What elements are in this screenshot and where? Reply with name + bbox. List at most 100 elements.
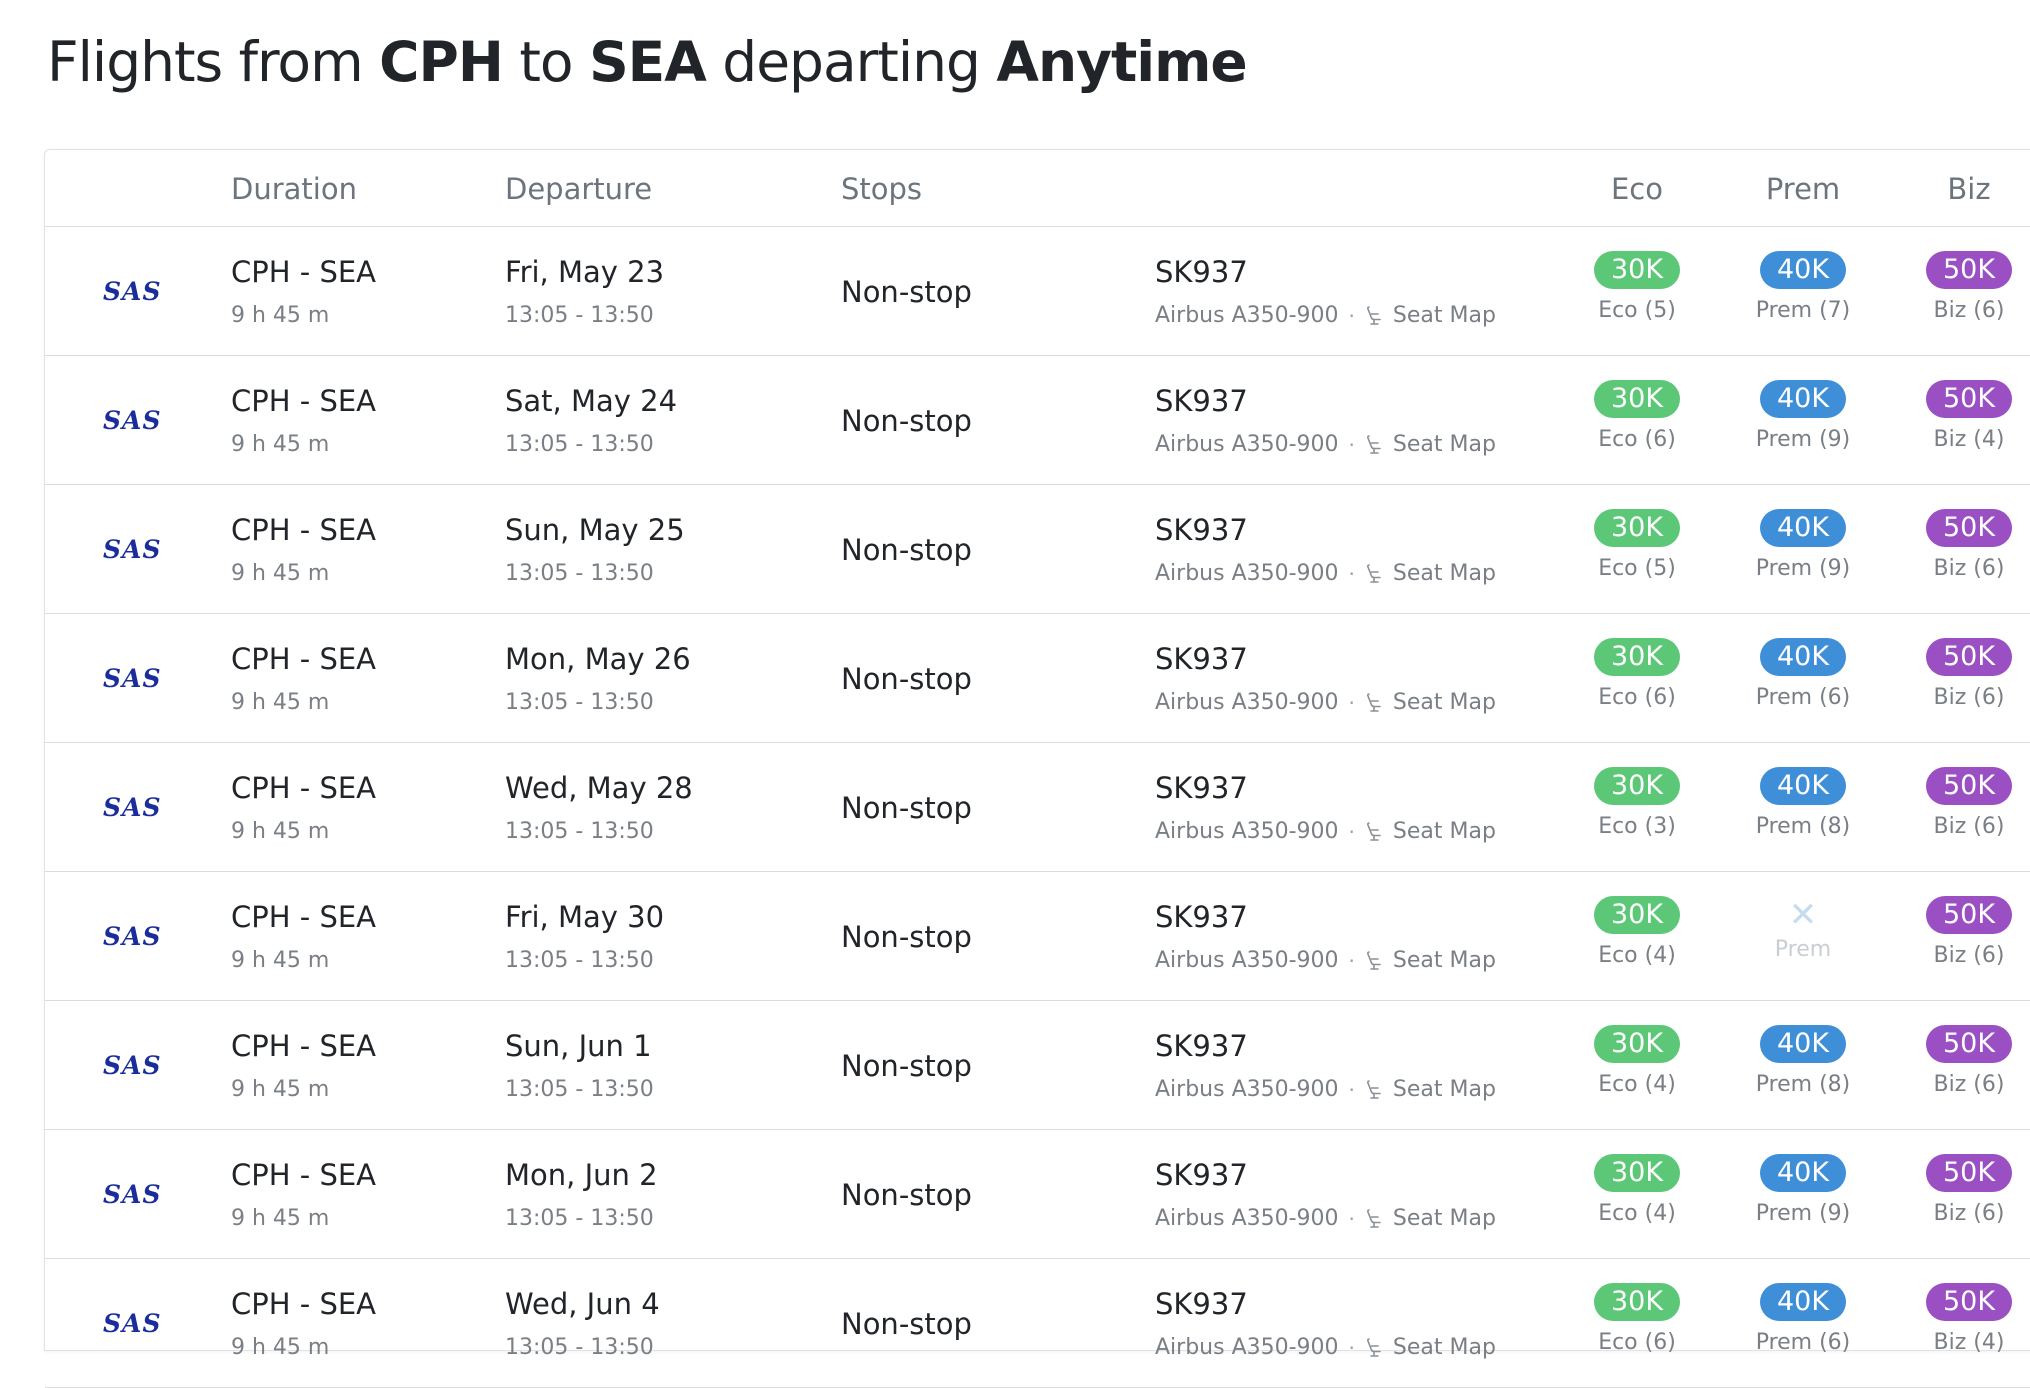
prem-points-pill[interactable]: 40K (1760, 1154, 1846, 1192)
header-prem[interactable]: Prem (1743, 172, 1863, 206)
prem-points-pill[interactable]: 40K (1760, 509, 1846, 547)
fare-biz[interactable]: 50K Biz (6) (1899, 1154, 2030, 1226)
seat-map-link[interactable]: Seat Map (1365, 303, 1496, 328)
table-row[interactable]: SAS CPH - SEA 9 h 45 m Mon, Jun 2 13:05 … (45, 1130, 2030, 1259)
aircraft-info: Airbus A350-900 · Seat Map (1155, 1077, 1496, 1102)
table-row[interactable]: SAS CPH - SEA 9 h 45 m Sun, Jun 1 13:05 … (45, 1001, 2030, 1130)
fare-eco[interactable]: 30K Eco (5) (1567, 509, 1707, 581)
eco-points-pill[interactable]: 30K (1594, 509, 1680, 547)
table-row[interactable]: SAS CPH - SEA 9 h 45 m Mon, May 26 13:05… (45, 614, 2030, 743)
table-row[interactable]: SAS CPH - SEA 9 h 45 m Fri, May 30 13:05… (45, 872, 2030, 1001)
prem-points-pill[interactable]: 40K (1760, 380, 1846, 418)
sas-logo: SAS (103, 1180, 162, 1209)
table-row[interactable]: SAS CPH - SEA 9 h 45 m Sat, May 24 13:05… (45, 356, 2030, 485)
prem-points-pill[interactable]: 40K (1760, 1025, 1846, 1063)
biz-points-pill[interactable]: 50K (1926, 1283, 2012, 1321)
table-row[interactable]: SAS CPH - SEA 9 h 45 m Fri, May 23 13:05… (45, 227, 2030, 356)
fare-eco[interactable]: 30K Eco (4) (1567, 1154, 1707, 1226)
header-eco[interactable]: Eco (1577, 172, 1697, 206)
biz-points-pill[interactable]: 50K (1926, 896, 2012, 934)
departure-date: Sun, Jun 1 (505, 1029, 652, 1063)
fare-eco[interactable]: 30K Eco (6) (1567, 380, 1707, 452)
eco-points-pill[interactable]: 30K (1594, 380, 1680, 418)
separator-dot: · (1348, 432, 1355, 457)
seat-map-link[interactable]: Seat Map (1365, 819, 1496, 844)
prem-points-pill[interactable]: 40K (1760, 251, 1846, 289)
table-row[interactable]: SAS CPH - SEA 9 h 45 m Wed, Jun 4 13:05 … (45, 1259, 2030, 1388)
fare-biz[interactable]: 50K Biz (6) (1899, 251, 2030, 323)
table-row[interactable]: SAS CPH - SEA 9 h 45 m Sun, May 25 13:05… (45, 485, 2030, 614)
fare-prem[interactable]: 40K Prem (9) (1733, 509, 1873, 581)
aircraft-type: Airbus A350-900 (1155, 303, 1339, 328)
eco-points-pill[interactable]: 30K (1594, 896, 1680, 934)
biz-points-pill[interactable]: 50K (1926, 638, 2012, 676)
fare-biz[interactable]: 50K Biz (6) (1899, 1025, 2030, 1097)
title-when: Anytime (996, 30, 1247, 94)
fare-eco[interactable]: 30K Eco (6) (1567, 638, 1707, 710)
seat-map-link[interactable]: Seat Map (1365, 1077, 1496, 1102)
header-departure[interactable]: Departure (505, 172, 652, 206)
separator-dot: · (1348, 819, 1355, 844)
seat-map-label: Seat Map (1392, 561, 1496, 586)
fare-biz[interactable]: 50K Biz (6) (1899, 896, 2030, 968)
header-duration[interactable]: Duration (231, 172, 357, 206)
aircraft-info: Airbus A350-900 · Seat Map (1155, 948, 1496, 973)
biz-points-pill[interactable]: 50K (1926, 251, 2012, 289)
eco-points-pill[interactable]: 30K (1594, 767, 1680, 805)
fare-eco[interactable]: 30K Eco (5) (1567, 251, 1707, 323)
prem-points-pill[interactable]: 40K (1760, 1283, 1846, 1321)
fare-eco[interactable]: 30K Eco (4) (1567, 896, 1707, 968)
fare-prem[interactable]: 40K Prem (6) (1733, 1283, 1873, 1355)
fare-eco[interactable]: 30K Eco (6) (1567, 1283, 1707, 1355)
eco-points-pill[interactable]: 30K (1594, 251, 1680, 289)
fare-biz[interactable]: 50K Biz (6) (1899, 509, 2030, 581)
fare-prem[interactable]: 40K Prem (8) (1733, 1025, 1873, 1097)
table-header: Duration Departure Stops Eco Prem Biz (45, 150, 2030, 227)
stops: Non-stop (841, 662, 972, 696)
seat-map-link[interactable]: Seat Map (1365, 1206, 1496, 1231)
header-stops[interactable]: Stops (841, 172, 922, 206)
table-row[interactable]: SAS CPH - SEA 9 h 45 m Wed, May 28 13:05… (45, 743, 2030, 872)
biz-points-pill[interactable]: 50K (1926, 1154, 2012, 1192)
prem-seats: Prem (6) (1755, 685, 1851, 710)
eco-seats: Eco (4) (1598, 1072, 1676, 1097)
prem-seats: Prem (7) (1755, 298, 1851, 323)
biz-points-pill[interactable]: 50K (1926, 509, 2012, 547)
biz-points-pill[interactable]: 50K (1926, 1025, 2012, 1063)
fare-prem[interactable]: 40K Prem (9) (1733, 1154, 1873, 1226)
fare-prem[interactable]: 40K Prem (7) (1733, 251, 1873, 323)
eco-points-pill[interactable]: 30K (1594, 638, 1680, 676)
biz-points-pill[interactable]: 50K (1926, 380, 2012, 418)
aircraft-type: Airbus A350-900 (1155, 432, 1339, 457)
title-origin: CPH (379, 30, 504, 94)
fare-biz[interactable]: 50K Biz (4) (1899, 380, 2030, 452)
sas-logo: SAS (103, 922, 162, 951)
fare-biz[interactable]: 50K Biz (6) (1899, 638, 2030, 710)
seat-map-link[interactable]: Seat Map (1365, 561, 1496, 586)
fare-biz[interactable]: 50K Biz (4) (1899, 1283, 2030, 1355)
fare-prem[interactable]: 40K Prem (8) (1733, 767, 1873, 839)
eco-points-pill[interactable]: 30K (1594, 1283, 1680, 1321)
flight-number: SK937 (1155, 771, 1248, 805)
seat-map-link[interactable]: Seat Map (1365, 432, 1496, 457)
flight-number: SK937 (1155, 1029, 1248, 1063)
seat-map-label: Seat Map (1392, 1077, 1496, 1102)
fare-prem[interactable]: 40K Prem (6) (1733, 638, 1873, 710)
prem-points-pill[interactable]: 40K (1760, 767, 1846, 805)
aircraft-info: Airbus A350-900 · Seat Map (1155, 1335, 1496, 1360)
prem-points-pill[interactable]: 40K (1760, 638, 1846, 676)
eco-points-pill[interactable]: 30K (1594, 1154, 1680, 1192)
seat-map-link[interactable]: Seat Map (1365, 1335, 1496, 1360)
duration: 9 h 45 m (231, 432, 330, 457)
fare-eco[interactable]: 30K Eco (4) (1567, 1025, 1707, 1097)
fare-prem[interactable]: 40K Prem (9) (1733, 380, 1873, 452)
seat-map-link[interactable]: Seat Map (1365, 690, 1496, 715)
header-biz[interactable]: Biz (1909, 172, 2029, 206)
biz-points-pill[interactable]: 50K (1926, 767, 2012, 805)
prem-seats: Prem (9) (1755, 1201, 1851, 1226)
fare-biz[interactable]: 50K Biz (6) (1899, 767, 2030, 839)
seat-map-link[interactable]: Seat Map (1365, 948, 1496, 973)
fare-eco[interactable]: 30K Eco (3) (1567, 767, 1707, 839)
separator-dot: · (1348, 303, 1355, 328)
eco-points-pill[interactable]: 30K (1594, 1025, 1680, 1063)
